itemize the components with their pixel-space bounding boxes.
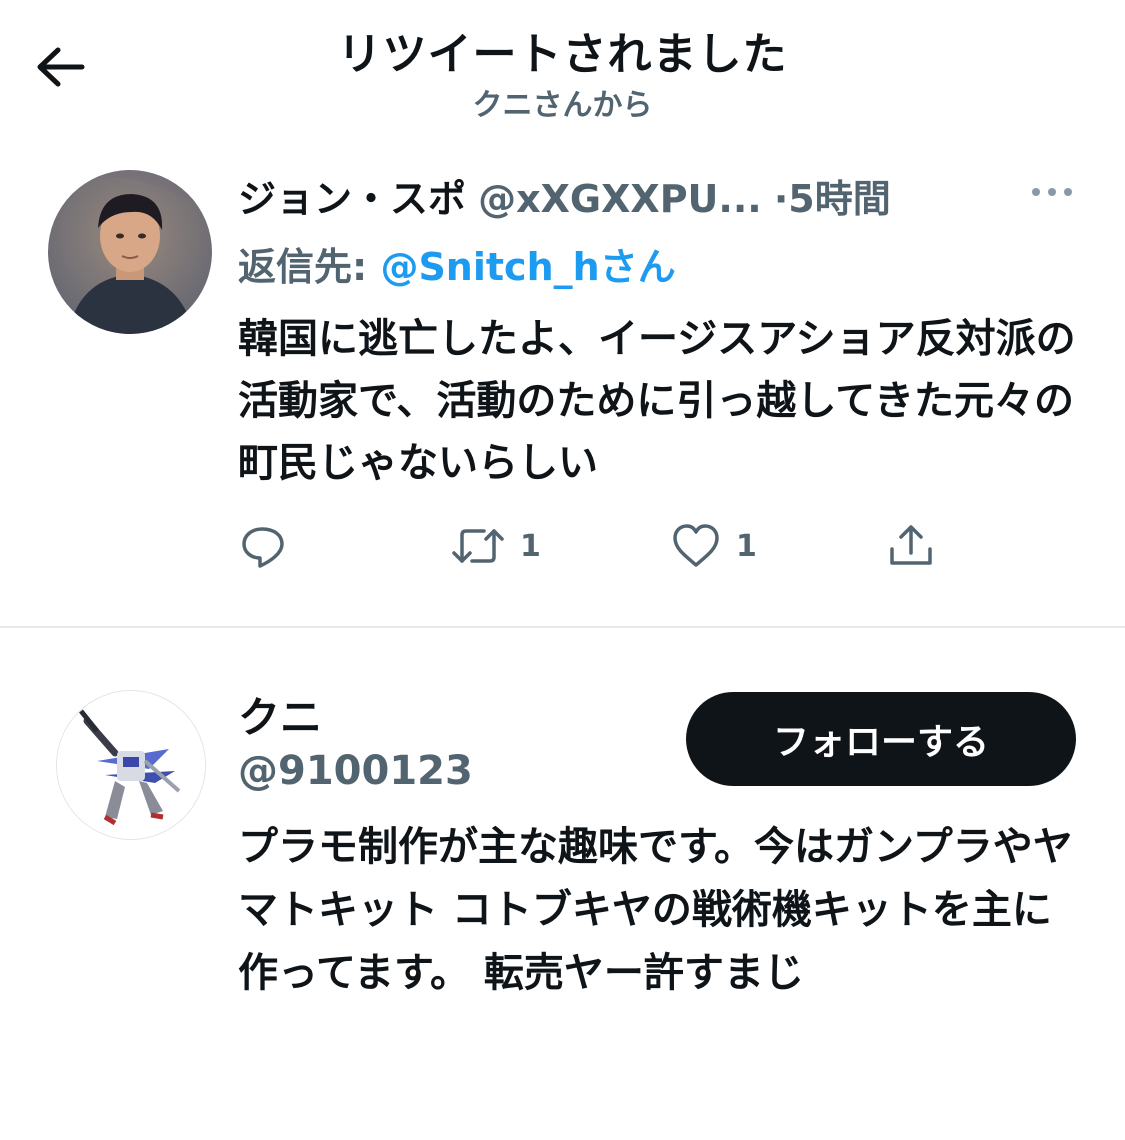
tweet-author-handle[interactable]: @xXGXXPU... bbox=[478, 177, 762, 221]
share-button[interactable] bbox=[886, 516, 936, 576]
retweet-count: 1 bbox=[520, 528, 541, 564]
page-title: リツイートされました bbox=[337, 29, 788, 80]
reply-suffix: さん bbox=[599, 245, 676, 289]
tweet-actions: 1 1 bbox=[238, 516, 1078, 576]
like-count: 1 bbox=[736, 528, 757, 564]
profile-name[interactable]: クニ bbox=[238, 684, 322, 745]
retweet-icon bbox=[452, 529, 504, 563]
reply-prefix: 返信先: bbox=[238, 245, 381, 289]
user-profile-card[interactable]: クニ @9100123 フォローする プラモ制作が主な趣味です。今はガンプラやヤ… bbox=[0, 628, 1125, 1140]
share-icon bbox=[890, 525, 932, 565]
tweet-author-avatar[interactable] bbox=[48, 170, 212, 334]
reply-mention-link[interactable]: @Snitch_h bbox=[380, 245, 599, 289]
follow-button[interactable]: フォローする bbox=[686, 692, 1076, 786]
like-button[interactable]: 1 bbox=[670, 516, 757, 576]
profile-bio: プラモ制作が主な趣味です。今はガンプラやヤマトキット コトブキヤの戦術機キットを… bbox=[238, 824, 1073, 996]
tweet-separator: · bbox=[773, 177, 789, 221]
profile-handle[interactable]: @9100123 bbox=[238, 748, 473, 794]
reply-context: 返信先: @Snitch_hさん bbox=[238, 236, 676, 291]
page-subtitle: クニさんから bbox=[472, 88, 653, 123]
retweet-button[interactable]: 1 bbox=[450, 516, 541, 576]
tweet[interactable]: ジョン・スポ @xXGXXPU... ·5時間 返信先: @Snitch_hさん… bbox=[0, 160, 1125, 625]
reply-icon bbox=[242, 527, 284, 568]
reply-button[interactable] bbox=[238, 516, 302, 576]
tweet-time[interactable]: 5時間 bbox=[788, 177, 890, 221]
heart-icon bbox=[673, 524, 719, 567]
more-horizontal-icon bbox=[1032, 188, 1072, 196]
tweet-author-name[interactable]: ジョン・スポ bbox=[238, 177, 466, 221]
header: リツイートされました クニさんから bbox=[0, 0, 1125, 130]
tweet-more-button[interactable] bbox=[1028, 180, 1076, 204]
profile-avatar[interactable] bbox=[56, 690, 206, 840]
tweet-header: ジョン・スポ @xXGXXPU... ·5時間 bbox=[238, 168, 891, 223]
tweet-text: 韓国に逃亡したよ、イージスアショア反対派の活動家で、活動のために引っ越してきた元… bbox=[238, 316, 1076, 486]
